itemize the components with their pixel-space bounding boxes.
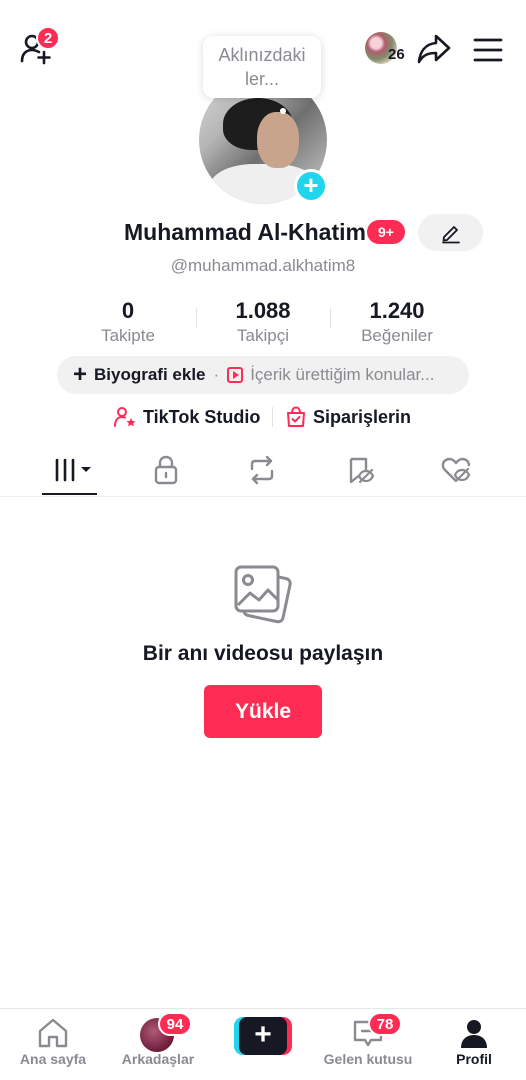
active-tab-indicator <box>42 493 97 495</box>
tabs-divider <box>0 496 526 497</box>
stat-value: 1.240 <box>369 298 425 323</box>
stat-label: Beğeniler <box>361 326 433 345</box>
create-button[interactable]: + <box>234 1017 292 1055</box>
bio-pill[interactable]: + Biyografi ekle · İçerik ürettiğim konu… <box>57 356 469 394</box>
tab-liked[interactable] <box>431 454 481 486</box>
lock-icon <box>154 455 178 485</box>
tab-reposts[interactable] <box>237 454 287 486</box>
separator-dot: · <box>213 365 220 384</box>
notification-badge[interactable]: 9+ <box>367 220 405 244</box>
friends-badge: 94 <box>158 1012 192 1036</box>
nav-profile-label: Profil <box>456 1051 492 1067</box>
plus-icon: + <box>73 361 88 388</box>
upload-button[interactable]: Yükle <box>204 685 322 738</box>
link-divider <box>272 407 273 427</box>
grid-icon <box>55 458 91 482</box>
home-icon <box>38 1018 68 1048</box>
video-play-icon <box>227 367 244 383</box>
shopping-bag-icon <box>287 406 305 427</box>
stat-label: Takipçi <box>237 326 289 345</box>
nav-home-label: Ana sayfa <box>19 1051 87 1067</box>
tiktok-studio-link[interactable]: TikTok Studio <box>113 404 260 430</box>
nav-inbox-label: Gelen kutusu <box>323 1051 413 1067</box>
photos-icon <box>233 563 293 625</box>
heart-hidden-icon <box>441 457 471 483</box>
inbox-badge: 78 <box>368 1012 402 1036</box>
bottom-nav: Ana sayfa Arkadaşlar 94 + Gelen kutusu 7… <box>0 1008 526 1080</box>
pencil-icon <box>441 225 460 243</box>
note-bubble[interactable]: Aklınızdaki ler... <box>203 36 321 98</box>
creator-star-icon <box>114 407 136 427</box>
add-story-plus-icon[interactable]: + <box>294 169 328 203</box>
add-bio-label[interactable]: Biyografi ekle <box>94 365 206 385</box>
stat-divider <box>330 308 331 328</box>
stat-value: 1.088 <box>235 298 291 323</box>
add-friend-button[interactable]: 2 <box>18 26 60 70</box>
nav-friends-label: Arkadaşlar <box>121 1051 195 1067</box>
bubble-tail <box>280 108 286 114</box>
nav-profile[interactable]: Profil <box>424 1009 524 1080</box>
empty-state-title: Bir anı videosu paylaşın <box>142 642 384 665</box>
profile-name: Muhammad Al-Khatim <box>124 219 366 245</box>
note-bubble-line1: Aklınızdaki <box>218 45 306 65</box>
share-icon[interactable] <box>416 32 452 66</box>
bookmark-hidden-icon <box>349 457 375 484</box>
profile-username: @muhammad.alkhatim8 <box>170 256 356 275</box>
story-count: 26 <box>388 46 405 63</box>
edit-profile-button[interactable] <box>418 214 483 251</box>
nav-home[interactable]: Ana sayfa <box>3 1009 103 1080</box>
stat-divider <box>196 308 197 328</box>
repost-icon <box>250 455 274 485</box>
orders-link[interactable]: Siparişlerin <box>285 404 411 430</box>
tab-private[interactable] <box>141 454 191 486</box>
orders-label: Siparişlerin <box>313 406 412 427</box>
stat-value: 0 <box>121 298 135 323</box>
plus-icon: + <box>239 1017 287 1055</box>
tab-videos[interactable] <box>45 454 95 486</box>
note-bubble-line2: ler... <box>244 69 279 89</box>
stat-following[interactable]: 0 Takipte <box>63 298 193 346</box>
stat-followers[interactable]: 1.088 Takipçi <box>198 298 328 346</box>
content-topics-label[interactable]: İçerik ürettiğim konular... <box>250 365 434 385</box>
tab-saved[interactable] <box>335 454 385 486</box>
add-friend-badge: 2 <box>36 26 60 50</box>
hamburger-menu-icon[interactable] <box>472 36 504 64</box>
stat-label: Takipte <box>101 326 155 345</box>
profile-icon <box>461 1020 487 1048</box>
stat-likes[interactable]: 1.240 Beğeniler <box>332 298 462 346</box>
tiktok-studio-label: TikTok Studio <box>143 406 261 427</box>
